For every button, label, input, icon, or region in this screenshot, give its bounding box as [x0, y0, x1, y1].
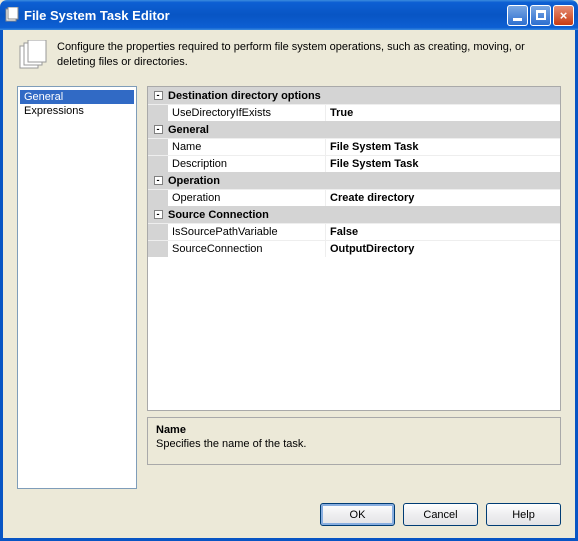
category-operation: - Operation [148, 172, 560, 189]
task-icon [17, 40, 49, 72]
property-row[interactable]: IsSourcePathVariable False [148, 223, 560, 240]
category-label: Destination directory options [168, 90, 321, 102]
category-source: - Source Connection [148, 206, 560, 223]
property-value[interactable]: OutputDirectory [326, 241, 560, 257]
window-title: File System Task Editor [24, 8, 507, 23]
help-button[interactable]: Help [486, 503, 561, 526]
category-label: Operation [168, 175, 220, 187]
nav-item-general[interactable]: General [20, 90, 134, 104]
cancel-button[interactable]: Cancel [403, 503, 478, 526]
property-row[interactable]: UseDirectoryIfExists True [148, 104, 560, 121]
nav-item-label: General [24, 91, 63, 103]
property-row[interactable]: Description File System Task [148, 155, 560, 172]
nav-item-label: Expressions [24, 105, 84, 117]
collapse-toggle[interactable]: - [151, 89, 165, 103]
main-area: General Expressions - Destination direct… [17, 86, 561, 489]
description-panel: Name Specifies the name of the task. [147, 417, 561, 465]
description-text: Specifies the name of the task. [156, 438, 552, 450]
close-button[interactable]: × [553, 5, 574, 26]
window-controls: × [507, 5, 574, 26]
category-label: Source Connection [168, 209, 269, 221]
nav-item-expressions[interactable]: Expressions [20, 104, 134, 118]
property-value[interactable]: File System Task [326, 139, 560, 155]
property-name: Operation [168, 190, 326, 206]
property-value[interactable]: True [326, 105, 560, 121]
nav-panel: General Expressions [17, 86, 137, 489]
maximize-button[interactable] [530, 5, 551, 26]
minimize-button[interactable] [507, 5, 528, 26]
property-name: SourceConnection [168, 241, 326, 257]
property-name: IsSourcePathVariable [168, 224, 326, 240]
description-title: Name [156, 424, 552, 436]
collapse-toggle[interactable]: - [151, 123, 165, 137]
titlebar: File System Task Editor × [0, 0, 578, 30]
category-destination: - Destination directory options [148, 87, 560, 104]
window-body: Configure the properties required to per… [0, 30, 578, 541]
property-row[interactable]: SourceConnection OutputDirectory [148, 240, 560, 257]
property-name: Description [168, 156, 326, 172]
collapse-toggle[interactable]: - [151, 174, 165, 188]
property-grid[interactable]: - Destination directory options UseDirec… [147, 86, 561, 411]
category-general: - General [148, 121, 560, 138]
property-value[interactable]: Create directory [326, 190, 560, 206]
header: Configure the properties required to per… [17, 40, 561, 72]
property-name: UseDirectoryIfExists [168, 105, 326, 121]
collapse-toggle[interactable]: - [151, 208, 165, 222]
button-row: OK Cancel Help [17, 503, 561, 526]
property-name: Name [168, 139, 326, 155]
app-icon [4, 7, 20, 23]
property-row[interactable]: Name File System Task [148, 138, 560, 155]
category-label: General [168, 124, 209, 136]
property-row[interactable]: Operation Create directory [148, 189, 560, 206]
ok-button[interactable]: OK [320, 503, 395, 526]
property-value[interactable]: File System Task [326, 156, 560, 172]
property-value[interactable]: False [326, 224, 560, 240]
content-panel: - Destination directory options UseDirec… [147, 86, 561, 489]
header-description: Configure the properties required to per… [57, 40, 561, 72]
